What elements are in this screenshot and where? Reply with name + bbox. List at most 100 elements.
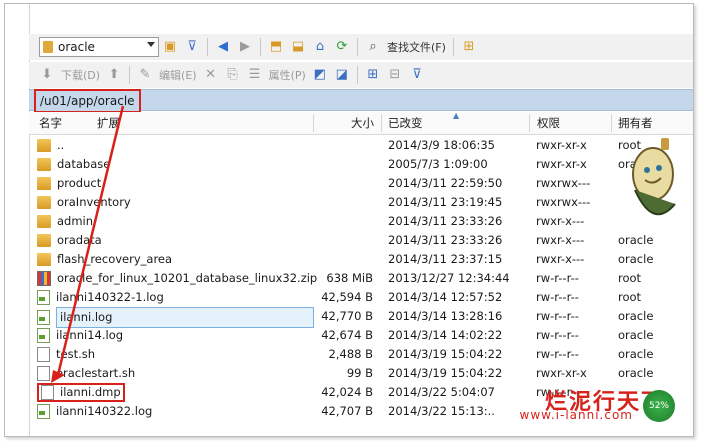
file-row[interactable]: admin 2014/3/11 23:33:26 rwxr-x--- [29,212,693,231]
zip-icon [37,271,51,286]
download-icon[interactable]: ⬇ [39,67,55,83]
file-name: .. [57,138,65,152]
file-permissions: rw-r--r-- [536,290,579,304]
tree-view-icon[interactable]: ⊞ [461,39,477,55]
file-size: 99 B [346,366,373,380]
find-files-button[interactable]: 查找文件(F) [387,39,446,55]
back-arrow-icon[interactable]: ◀ [215,39,231,55]
column-name[interactable]: 名字 [39,112,62,134]
file-row[interactable]: oraclestart.sh 99 B 2014/3/19 15:04:22 r… [29,364,693,383]
file-name: oraInventory [57,195,131,209]
file-size: 42,707 B [321,404,373,418]
delete-icon[interactable]: ✕ [203,67,219,83]
separator [207,38,208,56]
properties-icon[interactable]: ☰ [247,67,263,83]
folder-icon [37,196,51,209]
file-name: ilanni.log [56,307,314,328]
file-modified: 2014/3/11 23:37:15 [388,252,503,266]
column-divider [381,114,382,132]
file-icon [37,366,50,381]
log-file-icon [37,404,50,419]
find-files-icon: ⌕ [369,39,377,54]
file-row[interactable]: flash_recovery_area 2014/3/11 23:37:15 r… [29,250,693,269]
file-row[interactable]: ilanni140322-1.log 42,594 B 2014/3/14 12… [29,288,693,307]
properties-button[interactable]: 属性(P) [269,67,306,83]
progress-badge: 52% [643,390,675,422]
log-file-icon [37,328,50,343]
file-modified: 2014/3/11 23:33:26 [388,233,503,247]
mascot-image [632,138,676,216]
up-folder-icon [37,139,51,152]
file-permissions: rwxr-x--- [536,214,585,228]
file-row[interactable]: product 2014/3/11 22:59:50 rwxrwx--- [29,174,693,193]
file-permissions: rw-r--r-- [536,328,579,342]
folder-icon [43,41,53,53]
file-name: product [57,176,102,190]
column-ext[interactable]: 扩展 [97,112,120,134]
file-permissions: rwxr-xr-x [536,157,587,171]
new-folder-icon[interactable]: ◪ [334,67,350,83]
file-row[interactable]: oraInventory 2014/3/11 23:19:45 rwxrwx--… [29,193,693,212]
file-row[interactable]: oracle_for_linux_10201_database_linux32.… [29,269,693,288]
file-name: test.sh [56,347,96,361]
column-permissions[interactable]: 权限 [537,112,560,134]
file-list: .. 2014/3/9 18:06:35 rwxr-xr-x root data… [29,136,693,421]
file-name: ilanni140322-1.log [56,290,164,304]
file-modified: 2014/3/14 12:57:52 [388,290,503,304]
file-owner: oracle [618,366,654,380]
refresh-icon[interactable]: ⟳ [334,39,350,55]
file-row-selected[interactable]: ilanni.log 42,770 B 2014/3/14 13:28:16 r… [29,307,693,328]
file-name: database [57,157,111,171]
upload-icon[interactable]: ⬆ [106,67,122,83]
new-file-icon[interactable]: ◩ [312,67,328,83]
folder-icon [37,177,51,190]
file-name: ilanni14.log [56,328,124,342]
log-file-icon [37,310,50,325]
root-folder-icon[interactable]: ⬓ [290,39,306,55]
watermark-url: www.i-lanni.com [519,408,633,422]
location-combo[interactable]: oracle [39,37,159,57]
file-row[interactable]: oradata 2014/3/11 23:33:26 rwxr-x--- ora… [29,231,693,250]
sort-ascending-icon: ▲ [453,111,460,120]
separator [129,66,131,84]
home-icon[interactable]: ⌂ [312,39,328,55]
parent-folder-icon[interactable]: ⬒ [268,39,284,55]
current-path[interactable]: /u01/app/oracle [34,89,141,113]
file-row[interactable]: ilanni14.log 42,674 B 2014/3/14 14:02:22… [29,326,693,345]
edit-button[interactable]: 编辑(E) [159,67,197,83]
column-size[interactable]: 大小 [351,112,374,134]
file-permissions: rwxrwx--- [536,176,591,190]
file-row[interactable]: test.sh 2,488 B 2014/3/19 15:04:22 rw-r-… [29,345,693,364]
unselect-icon[interactable]: ⊟ [387,67,403,83]
select-all-icon[interactable]: ⊞ [365,67,381,83]
file-modified: 2005/7/3 1:09:00 [388,157,488,171]
file-modified: 2014/3/11 23:19:45 [388,195,503,209]
file-modified: 2014/3/19 15:04:22 [388,366,503,380]
file-icon [37,347,50,362]
file-permissions: rw-r--r-- [536,309,579,323]
file-modified: 2014/3/9 18:06:35 [388,138,495,152]
file-row[interactable]: .. 2014/3/9 18:06:35 rwxr-xr-x root [29,136,693,155]
file-icon [41,385,54,400]
separator [356,66,358,84]
path-bar: /u01/app/oracle [29,89,693,113]
file-size: 42,024 B [321,385,373,399]
file-row[interactable]: database 2005/7/3 1:09:00 rwxr-xr-x ora [29,155,693,174]
file-owner: oracle [618,309,654,323]
column-divider [313,114,314,132]
chevron-down-icon[interactable] [147,42,155,47]
filter-icon[interactable]: ⊽ [184,39,200,55]
download-button[interactable]: 下载(D) [61,67,100,83]
column-modified[interactable]: 已改变 [388,112,423,134]
edit-icon[interactable]: ✎ [137,67,153,83]
separator [260,38,261,56]
rename-icon[interactable]: ⎘ [225,67,241,83]
filter-select-icon[interactable]: ⊽ [409,67,425,83]
file-name: oracle_for_linux_10201_database_linux32.… [57,271,318,285]
folder-icon [37,158,51,171]
separator [357,38,358,56]
file-name: flash_recovery_area [57,252,173,266]
open-folder-icon[interactable]: ▣ [162,39,178,55]
forward-arrow-icon[interactable]: ▶ [237,39,253,55]
column-owner[interactable]: 拥有者 [618,112,653,134]
